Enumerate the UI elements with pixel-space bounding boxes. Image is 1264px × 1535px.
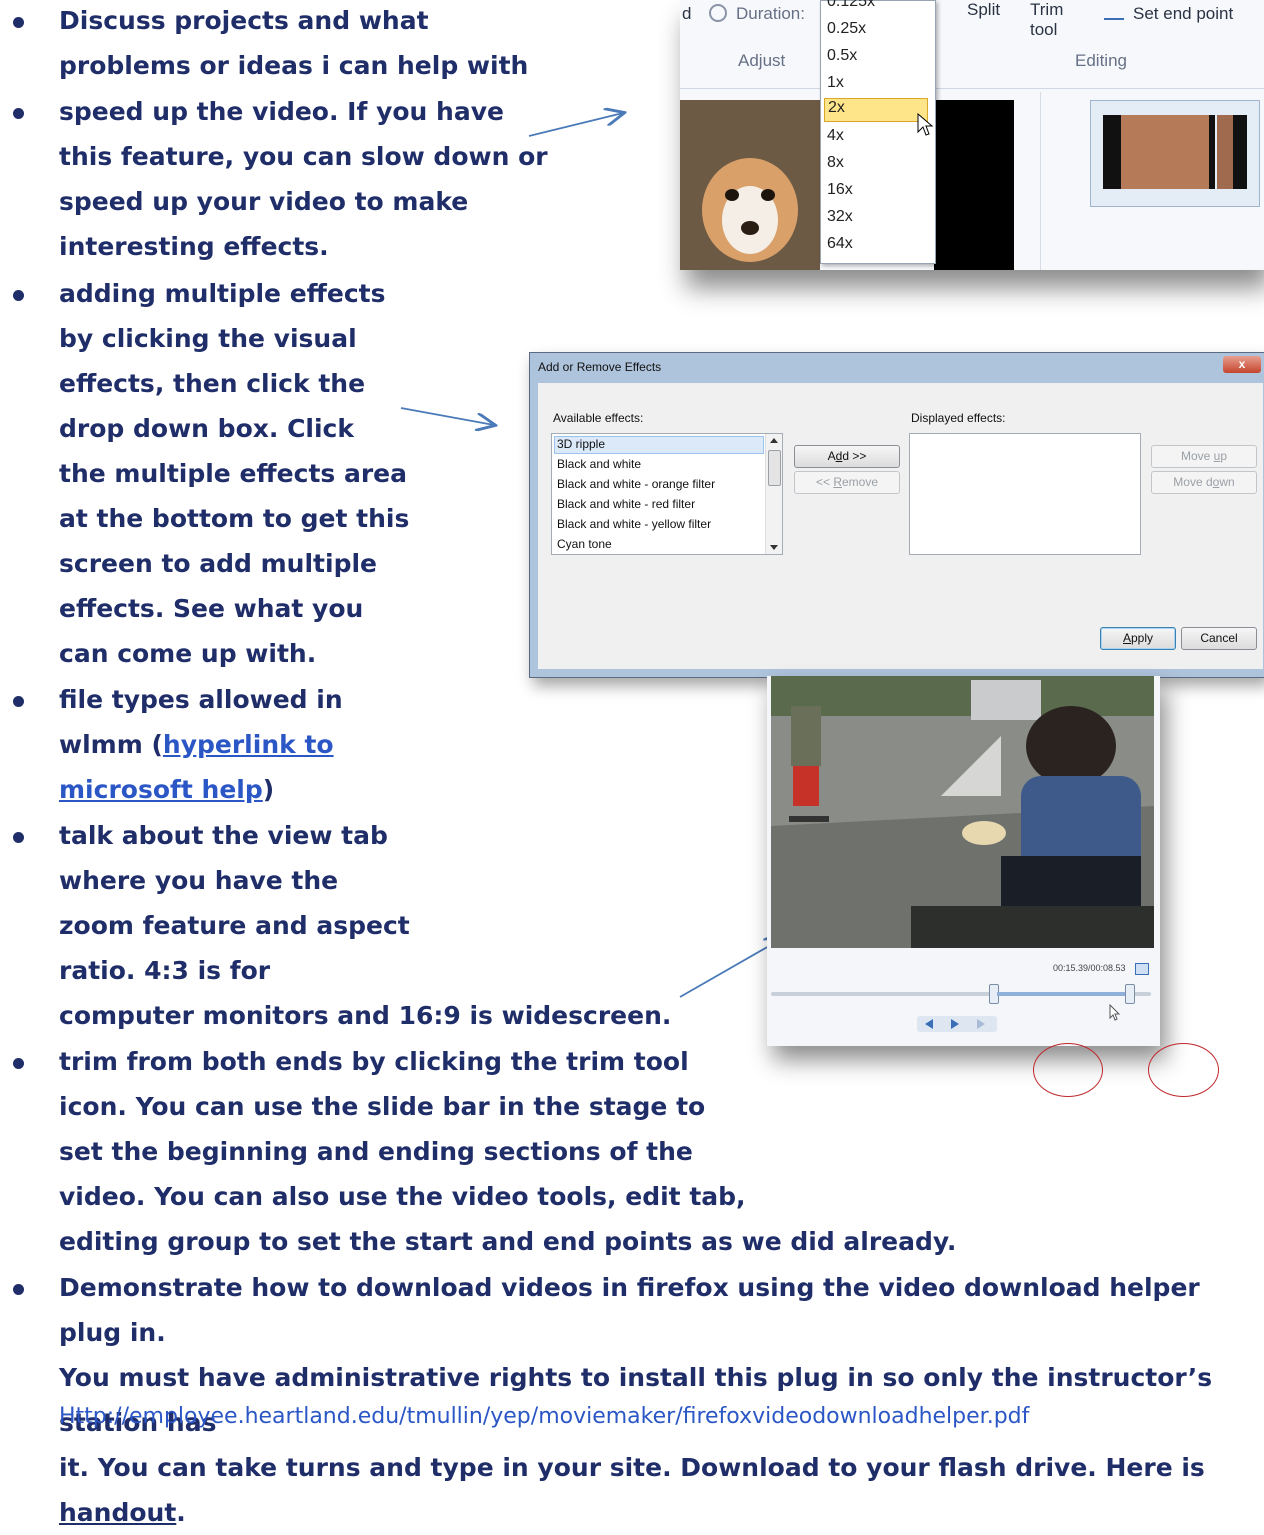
trim-preview-screenshot: 00:15.39/00:08.53 [767,676,1160,1046]
scroll-thumb[interactable] [768,450,781,486]
speed-option[interactable]: 8x [827,154,844,172]
trim-selected-range [997,992,1127,996]
displayed-effects-label: Displayed effects: [911,411,1006,425]
storyboard-clip[interactable] [1090,100,1260,207]
speed-option[interactable]: 16x [827,181,853,199]
mouse-cursor-icon [917,113,934,136]
annotation-circle-end [1148,1043,1219,1097]
black-video-frame [934,100,1014,270]
fullscreen-icon[interactable] [1135,963,1149,975]
effect-item[interactable]: Black and white [557,457,641,471]
trim-seek-bar[interactable] [771,984,1151,1004]
mouse-cursor-icon [1109,1004,1121,1021]
set-end-point-icon [1104,6,1124,20]
add-effect-button[interactable]: Add >> [794,445,900,468]
move-down-button[interactable]: Move down [1151,471,1257,494]
split-button[interactable]: Split [967,0,1000,20]
handout-link[interactable]: handout [59,1498,176,1527]
available-effects-list[interactable]: 3D ripple Black and white Black and whit… [551,433,783,555]
cancel-button[interactable]: Cancel [1181,627,1257,650]
stopwatch-icon [709,4,727,22]
effect-item[interactable]: Cyan tone [557,537,612,551]
effects-scrollbar[interactable] [765,434,782,554]
apply-button[interactable]: Apply [1100,627,1176,650]
speed-option[interactable]: 1x [827,74,844,92]
speed-ribbon-screenshot: d Duration: Adjust Split Trim tool Set e… [680,0,1264,270]
speed-option-selected[interactable]: 2x [824,98,928,122]
effect-item[interactable]: Black and white - orange filter [557,477,715,491]
preview-video-frame [771,676,1154,948]
film-strip-right [1233,115,1247,189]
previous-frame-icon[interactable] [925,1019,933,1029]
scroll-down-icon[interactable] [770,545,778,550]
dialog-title: Add or Remove Effects [538,360,662,374]
trim-tool-button[interactable]: Trim tool [1030,0,1100,40]
remove-effect-button[interactable]: << Remove [794,471,900,494]
preview-timecode: 00:15.39/00:08.53 [1053,963,1126,973]
speed-option[interactable]: 64x [827,235,853,253]
speed-option[interactable]: 4x [827,127,844,145]
close-icon[interactable]: x [1223,356,1261,373]
film-strip-left [1103,115,1121,189]
effect-item[interactable]: Black and white - red filter [557,497,695,511]
bullet-line: it. You can take turns and type in your … [59,1445,1259,1535]
speed-dropdown-list[interactable]: 0.125x 0.25x 0.5x 1x 2x 4x 8x 16x 32x 64… [820,0,936,264]
playback-controls [917,1016,997,1032]
effect-item-selected[interactable]: 3D ripple [554,436,764,454]
dialog-body: Available effects: Displayed effects: 3D… [538,383,1263,669]
annotation-circle-start [1033,1043,1103,1097]
next-frame-icon[interactable] [977,1019,985,1029]
trim-tool-label: tool [1030,20,1058,39]
speed-option[interactable]: 32x [827,208,853,226]
speed-option[interactable]: 0.5x [827,47,857,65]
set-end-point-button[interactable]: Set end point [1133,4,1233,24]
scroll-up-icon[interactable] [770,438,778,443]
editing-group-label: Editing [1075,51,1127,70]
clip-frame [1121,115,1209,189]
available-effects-label: Available effects: [553,411,644,425]
dog-video-thumbnail [680,100,820,270]
adjust-group-label: Adjust [738,51,786,70]
ribbon-divider [680,88,1264,89]
arrow-to-speed-menu [528,113,623,137]
playhead-line [1209,115,1215,189]
trim-end-handle[interactable] [1125,984,1135,1004]
play-icon[interactable] [951,1019,959,1029]
bullet-text: it. You can take turns and type in your … [59,1453,1205,1482]
ribbon-cut-label: d [682,4,692,23]
duration-label[interactable]: Duration: [736,4,805,24]
displayed-effects-list[interactable] [909,433,1141,555]
bullet-text: . [176,1498,186,1527]
speed-option[interactable]: 0.25x [827,20,866,38]
effects-dialog-screenshot: Add or Remove Effects x Available effect… [529,352,1264,678]
arrow-to-effects-dialog [400,407,494,425]
storyboard-divider [1040,92,1041,270]
move-up-button[interactable]: Move up [1151,445,1257,468]
effect-item[interactable]: Black and white - yellow filter [557,517,711,531]
trim-tool-label: Trim [1030,0,1064,19]
speed-option[interactable]: 0.125x [827,0,875,11]
